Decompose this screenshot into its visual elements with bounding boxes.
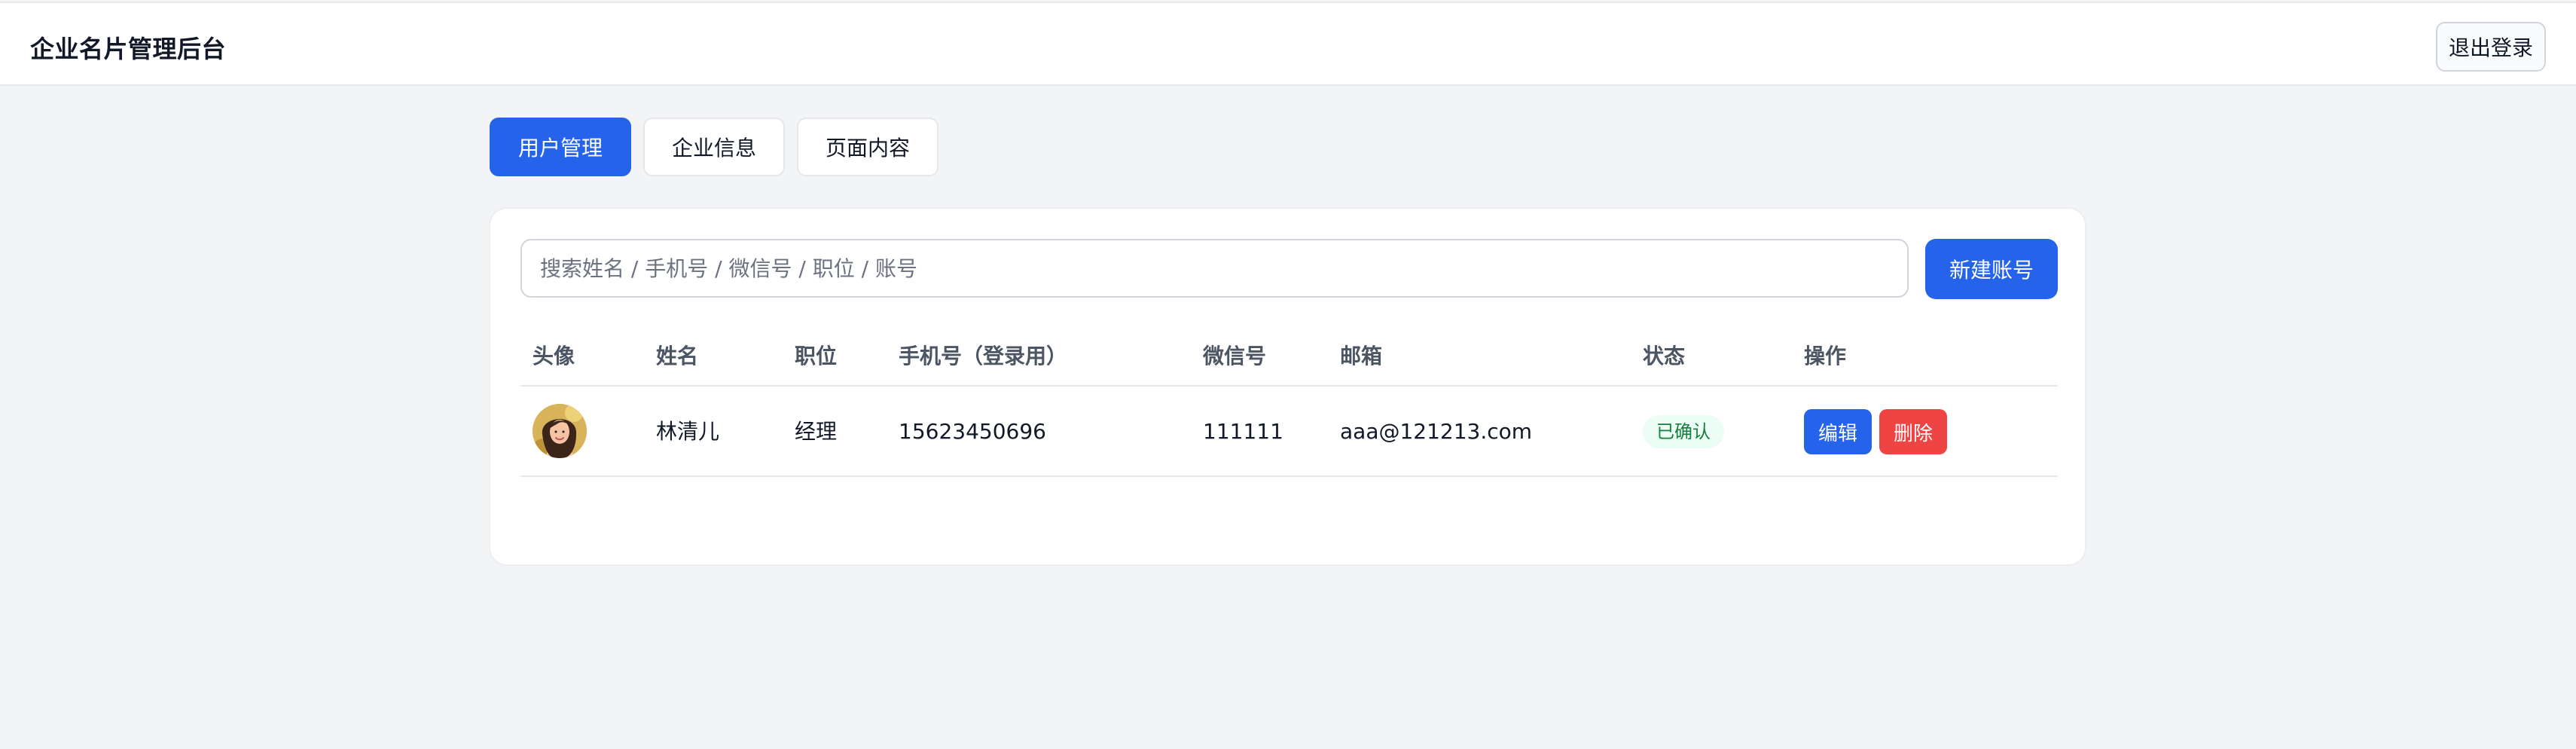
column-header-email: 邮箱 [1340, 344, 1383, 368]
user-name: 林清儿 [656, 419, 720, 444]
user-table: 头像 姓名 职位 手机号（登录用） 微信号 邮箱 状态 操作 林清儿 经理 15… [520, 326, 2058, 477]
column-header-actions: 操作 [1804, 344, 1847, 368]
user-management-card: 新建账号 头像 姓名 职位 手机号（登录用） 微信号 邮箱 状态 操作 [489, 207, 2086, 566]
table-header: 头像 姓名 职位 手机号（登录用） 微信号 邮箱 状态 操作 [520, 326, 2058, 387]
column-header-avatar: 头像 [533, 344, 575, 368]
column-header-wechat: 微信号 [1203, 344, 1267, 368]
user-wechat: 111111 [1203, 419, 1283, 444]
column-header-phone: 手机号（登录用） [899, 344, 1068, 368]
tab-page-content[interactable]: 页面内容 [797, 118, 939, 176]
user-photo-icon [533, 404, 587, 458]
user-title: 经理 [795, 419, 838, 444]
avatar [533, 404, 587, 458]
tab-company-info[interactable]: 企业信息 [643, 118, 785, 176]
logout-button[interactable]: 退出登录 [2436, 22, 2546, 72]
user-email: aaa@121213.com [1340, 419, 1533, 444]
edit-button[interactable]: 编辑 [1804, 409, 1872, 454]
column-header-status: 状态 [1643, 344, 1686, 368]
search-input[interactable] [520, 239, 1909, 298]
tab-bar: 用户管理 企业信息 页面内容 [490, 118, 939, 176]
table-row: 林清儿 经理 15623450696 111111 aaa@121213.com… [520, 387, 2058, 477]
column-header-title: 职位 [795, 344, 838, 368]
top-bar: 企业名片管理后台 退出登录 [0, 2, 2576, 86]
tab-user-management[interactable]: 用户管理 [490, 118, 631, 176]
app-title: 企业名片管理后台 [30, 35, 227, 63]
column-header-name: 姓名 [656, 344, 699, 368]
new-account-button[interactable]: 新建账号 [1925, 239, 2058, 299]
status-badge: 已确认 [1643, 415, 1724, 448]
delete-button[interactable]: 删除 [1879, 409, 1947, 454]
user-phone: 15623450696 [899, 419, 1046, 444]
